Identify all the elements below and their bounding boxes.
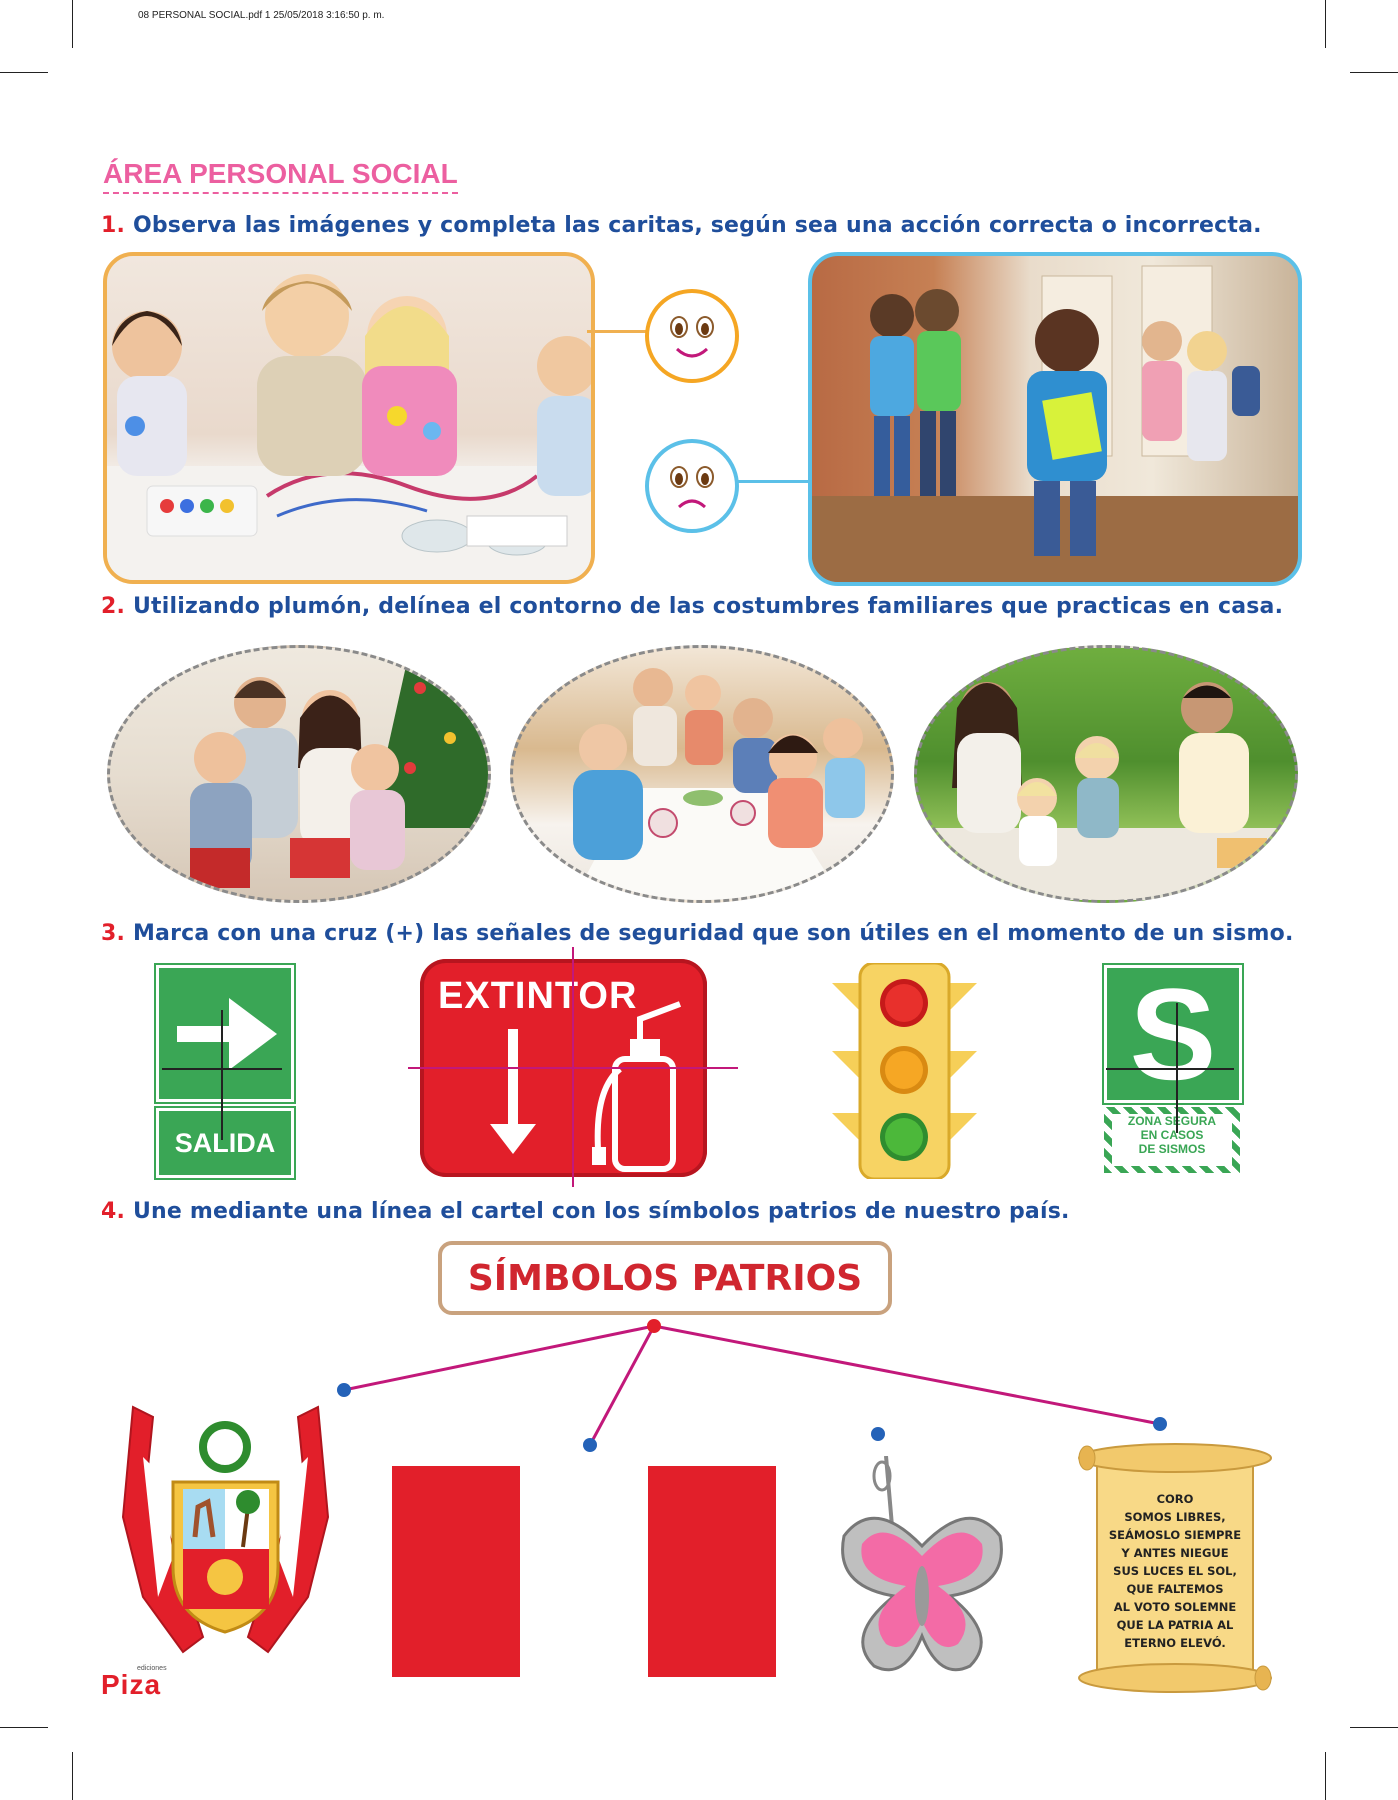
publisher-logo: ediciones Piza: [101, 1665, 167, 1700]
peru-flag-icon: [392, 1466, 776, 1677]
anthem-scroll-icon: CORO SOMOS LIBRES, SEÁMOSLO SIEMPRE Y AN…: [1077, 1440, 1273, 1696]
anthem-line: ETERNO ELEVÓ.: [1124, 1636, 1226, 1650]
coat-of-arms-icon: [103, 1397, 348, 1662]
anthem-line: Y ANTES NIEGUE: [1121, 1546, 1229, 1560]
anthem-line: CORO: [1156, 1492, 1194, 1506]
logo-brand: Piza: [101, 1669, 162, 1700]
anthem-line: AL VOTO SOLEMNE: [1113, 1600, 1237, 1614]
anthem-text: CORO SOMOS LIBRES, SEÁMOSLO SIEMPRE Y AN…: [1097, 1490, 1253, 1652]
anthem-line: QUE FALTEMOS: [1126, 1582, 1224, 1596]
anthem-line: SOMOS LIBRES,: [1124, 1510, 1226, 1524]
butterfly-keychain-icon: [834, 1455, 1010, 1681]
anthem-line: SEÁMOSLO SIEMPRE: [1108, 1528, 1242, 1542]
anthem-line: SUS LUCES EL SOL,: [1113, 1564, 1237, 1578]
anthem-line: QUE LA PATRIA AL: [1116, 1618, 1234, 1632]
